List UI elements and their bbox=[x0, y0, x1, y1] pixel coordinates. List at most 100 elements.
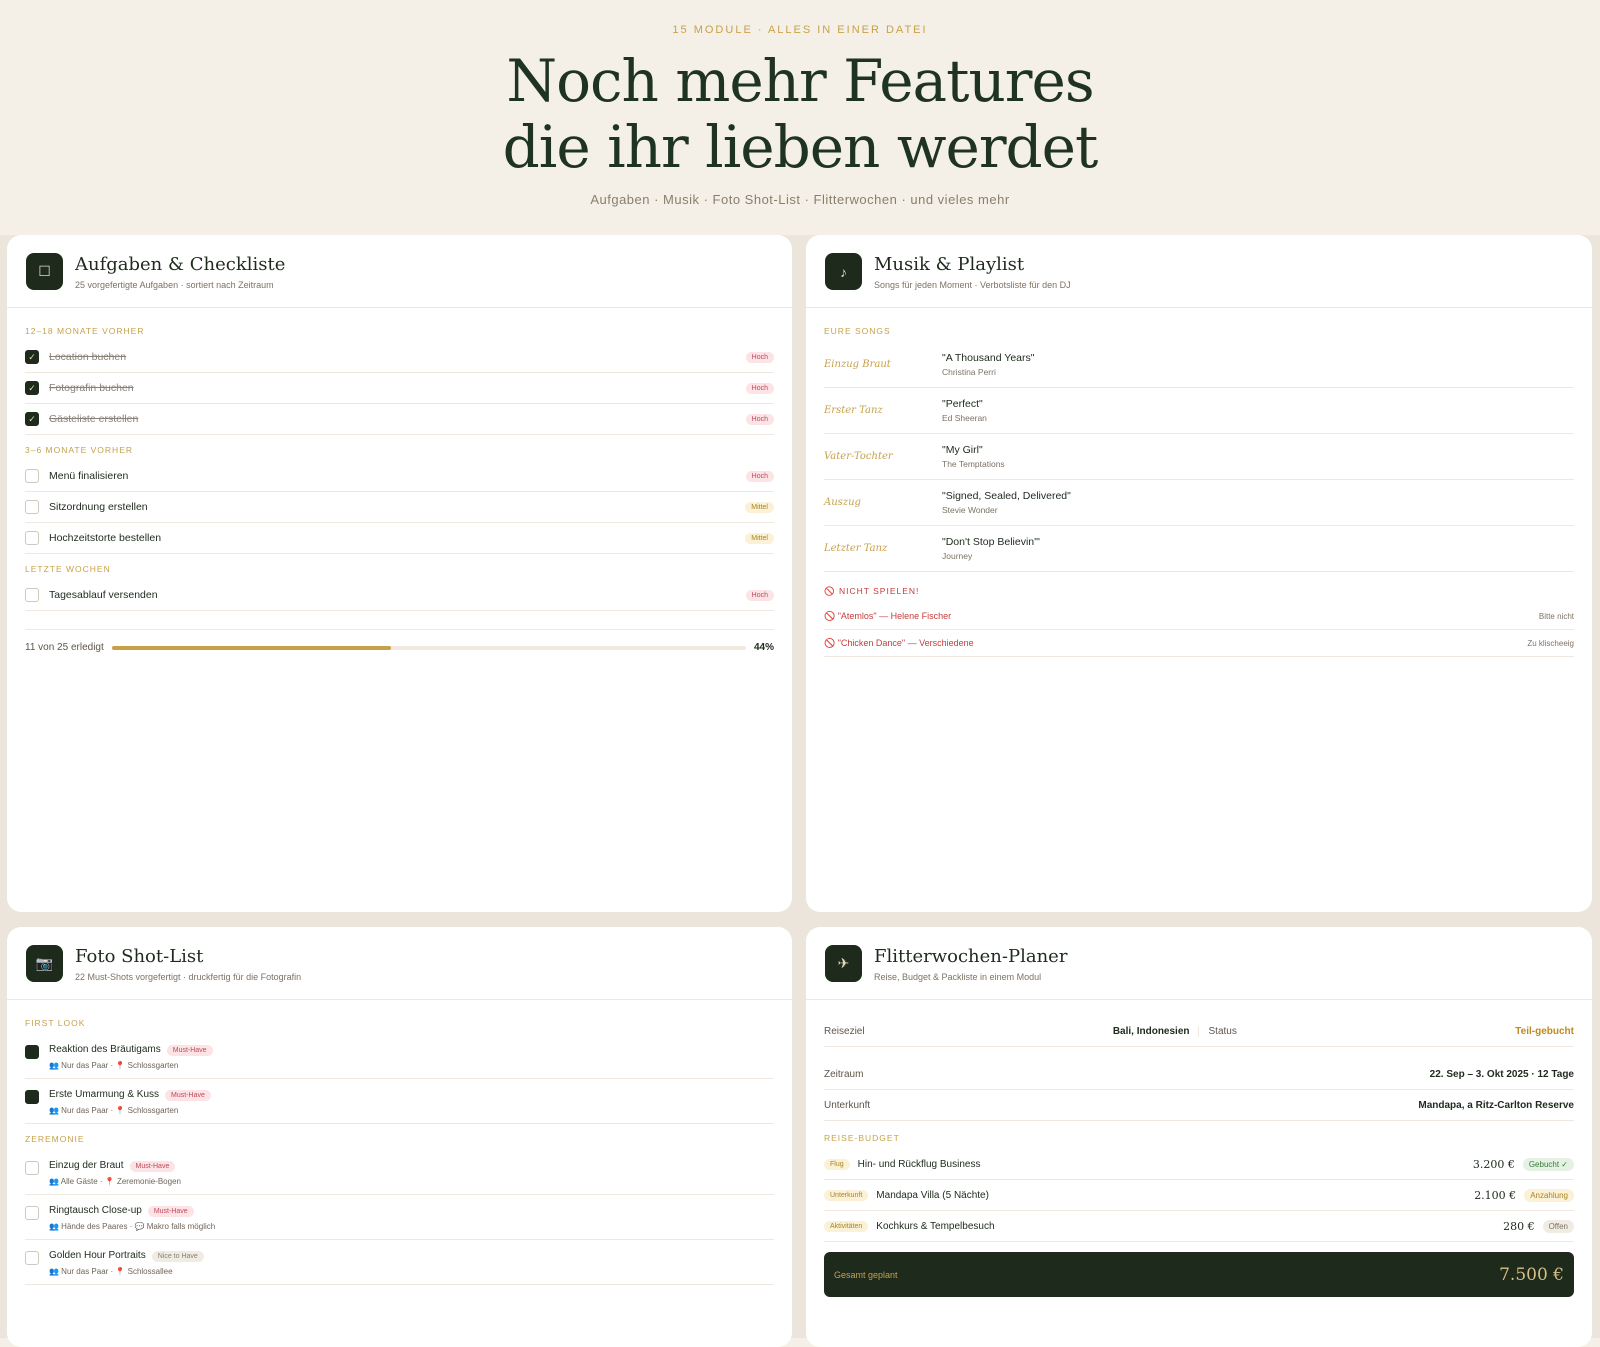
photos-card-title: Foto Shot-List bbox=[75, 946, 204, 967]
shot-checkbox[interactable] bbox=[25, 1206, 39, 1220]
budget-category: Flug bbox=[824, 1158, 850, 1170]
progress-text: 11 von 25 erledigt bbox=[25, 642, 104, 653]
task-checkbox[interactable]: ✓ bbox=[25, 412, 39, 426]
task-item[interactable]: Hochzeitstorte bestellen Mittel bbox=[25, 523, 774, 554]
stay-label: Unterkunft bbox=[824, 1099, 871, 1111]
song-row[interactable]: Erster Tanz "Perfect" Ed Sheeran bbox=[824, 388, 1574, 434]
task-checkbox[interactable] bbox=[25, 531, 39, 545]
song-row[interactable]: Auszug "Signed, Sealed, Delivered" Stevie … bbox=[824, 480, 1574, 526]
banned-songs-list: 🚫 "Atemlos" — Helene Fischer Bitte nicht 🚫… bbox=[824, 603, 1574, 657]
song-row[interactable]: Letzter Tanz "Don't Stop Believin'" Journe… bbox=[824, 526, 1574, 572]
honeymoon-card-subtitle: Reise, Budget & Packliste in einem Modul bbox=[874, 972, 1042, 982]
camera-icon: 📷 bbox=[26, 945, 63, 982]
period-value[interactable]: 22. Sep – 3. Okt 2025 · 12 Tage bbox=[1430, 1069, 1574, 1080]
task-label: Hochzeitstorte bestellen bbox=[49, 532, 162, 544]
song-moment: Einzug Braut bbox=[824, 359, 891, 370]
budget-row[interactable]: Unterkunft Mandapa Villa (5 Nächte) 2.100 … bbox=[824, 1180, 1574, 1211]
checkbox-icon: ☐ bbox=[26, 253, 63, 290]
progress-percent: 44% bbox=[753, 642, 774, 653]
hero-title-line1: Noch mehr Features bbox=[506, 47, 1094, 115]
shot-item[interactable]: Erste Umarmung & Kuss Must-Have 👥 Nur das … bbox=[25, 1079, 774, 1124]
task-checkbox[interactable] bbox=[25, 469, 39, 483]
photos-card-subtitle: 22 Must-Shots vorgefertigt · druckfertig… bbox=[75, 972, 302, 982]
shot-title: Erste Umarmung & Kuss bbox=[49, 1089, 160, 1100]
budget-item: Kochkurs & Tempelbesuch bbox=[876, 1220, 995, 1232]
priority-badge: Hoch bbox=[745, 382, 774, 394]
hero-subtitle: Aufgaben · Musik · Foto Shot-List · Flit… bbox=[590, 192, 1010, 207]
music-note-icon: ♪ bbox=[825, 253, 862, 290]
shot-tag: Must-Have bbox=[147, 1206, 194, 1217]
shot-checkbox[interactable] bbox=[25, 1090, 39, 1104]
shot-title: Ringtausch Close-up bbox=[49, 1205, 142, 1216]
banned-song-row[interactable]: 🚫 "Chicken Dance" — Verschiedene Zu klisc… bbox=[824, 630, 1574, 657]
task-item[interactable]: Tagesablauf versenden Hoch bbox=[25, 580, 774, 611]
task-item[interactable]: ✓ Location buchen Hoch bbox=[25, 342, 774, 373]
budget-category: Aktivitäten bbox=[824, 1220, 869, 1232]
stay-row: Unterkunft Mandapa, a Ritz-Carlton Reser… bbox=[824, 1090, 1574, 1121]
shot-tag: Must-Have bbox=[129, 1161, 176, 1172]
tasks-card-title: Aufgaben & Checkliste bbox=[75, 254, 286, 275]
song-moment: Letzter Tanz bbox=[824, 543, 888, 554]
tasks-card-subtitle: 25 vorgefertigte Aufgaben · sortiert nac… bbox=[75, 280, 274, 290]
music-card-header: ♪ Musik & Playlist Songs für jeden Momen… bbox=[806, 235, 1592, 308]
shot-checkbox[interactable] bbox=[25, 1045, 39, 1059]
destination-label: Reiseziel bbox=[824, 1025, 865, 1037]
task-checkbox[interactable] bbox=[25, 588, 39, 602]
destination-row: Reiseziel Bali, Indonesien Status Teil-g… bbox=[824, 1016, 1574, 1047]
task-checkbox[interactable]: ✓ bbox=[25, 381, 39, 395]
budget-row[interactable]: Flug Hin- und Rückflug Business 3.200 € Geb… bbox=[824, 1149, 1574, 1180]
photos-card-header: 📷 Foto Shot-List 22 Must-Shots vorgefert… bbox=[7, 927, 792, 1000]
task-label: Sitzordnung erstellen bbox=[49, 501, 148, 513]
task-checkbox[interactable] bbox=[25, 500, 39, 514]
banned-song-row[interactable]: 🚫 "Atemlos" — Helene Fischer Bitte nicht bbox=[824, 603, 1574, 630]
shot-item[interactable]: Einzug der Braut Must-Have 👥 Alle Gäste · … bbox=[25, 1150, 774, 1195]
task-label: Location buchen bbox=[49, 351, 127, 363]
song-info: "A Thousand Years" Christina Perri bbox=[942, 352, 1035, 377]
feature-grid: ☐ Aufgaben & Checkliste 25 vorgefertigte… bbox=[0, 235, 1600, 1347]
budget-section-label: REISE-BUDGET bbox=[824, 1133, 900, 1143]
banned-song: 🚫 "Chicken Dance" — Verschiedene bbox=[824, 637, 974, 648]
budget-row[interactable]: Aktivitäten Kochkurs & Tempelbesuch 280 € O… bbox=[824, 1211, 1574, 1242]
song-moment: Erster Tanz bbox=[824, 405, 883, 416]
shot-checkbox[interactable] bbox=[25, 1251, 39, 1265]
status-value[interactable]: Teil-gebucht bbox=[1515, 1026, 1574, 1037]
shot-checkbox[interactable] bbox=[25, 1161, 39, 1175]
budget-status: Anzahlung bbox=[1524, 1188, 1574, 1202]
shot-title-line: Golden Hour Portraits Nice to Have bbox=[49, 1250, 204, 1262]
song-row[interactable]: Einzug Braut "A Thousand Years" Christina … bbox=[824, 342, 1574, 388]
budget-amount: 3.200 € bbox=[1472, 1157, 1515, 1171]
task-item[interactable]: Sitzordnung erstellen Mittel bbox=[25, 492, 774, 523]
shot-item[interactable]: Reaktion des Bräutigams Must-Have 👥 Nur da… bbox=[25, 1034, 774, 1079]
task-checkbox[interactable]: ✓ bbox=[25, 350, 39, 364]
hero-eyebrow: 15 MODULE · ALLES IN EINER DATEI bbox=[672, 24, 928, 36]
honeymoon-card: ✈ Flitterwochen-Planer Reise, Budget & P… bbox=[806, 927, 1592, 1347]
task-group-label: 12–18 MONATE VORHER bbox=[25, 326, 145, 336]
song-artist: The Temptations bbox=[942, 459, 1005, 469]
period-label: Zeitraum bbox=[824, 1068, 864, 1080]
priority-badge: Mittel bbox=[745, 532, 774, 544]
shot-meta: 👥 Nur das Paar · 📍 Schlossallee bbox=[49, 1267, 173, 1276]
task-item[interactable]: ✓ Gästeliste erstellen Hoch bbox=[25, 404, 774, 435]
priority-badge: Mittel bbox=[745, 501, 774, 513]
task-group-label: LETZTE WOCHEN bbox=[25, 564, 111, 574]
status-label: Status bbox=[1208, 1025, 1237, 1037]
song-moment: Auszug bbox=[824, 497, 861, 508]
song-title: "My Girl" bbox=[942, 444, 983, 456]
task-item[interactable]: ✓ Fotografin buchen Hoch bbox=[25, 373, 774, 404]
shot-title: Einzug der Braut bbox=[49, 1160, 124, 1171]
shot-item[interactable]: Ringtausch Close-up Must-Have 👥 Hände des … bbox=[25, 1195, 774, 1240]
shot-meta: 👥 Nur das Paar · 📍 Schlossgarten bbox=[49, 1061, 179, 1070]
shot-title-line: Erste Umarmung & Kuss Must-Have bbox=[49, 1089, 211, 1101]
destination-value[interactable]: Bali, Indonesien bbox=[1113, 1026, 1190, 1037]
task-item[interactable]: Menü finalisieren Hoch bbox=[25, 461, 774, 492]
song-info: "Signed, Sealed, Delivered" Stevie Wonder bbox=[942, 490, 1071, 515]
song-title: "Don't Stop Believin'" bbox=[942, 536, 1040, 548]
song-title: "Perfect" bbox=[942, 398, 983, 410]
song-row[interactable]: Vater-Tochter "My Girl" The Temptations bbox=[824, 434, 1574, 480]
task-label: Fotografin buchen bbox=[49, 382, 134, 394]
shot-info: Reaktion des Bräutigams Must-Have 👥 Nur da… bbox=[49, 1044, 213, 1070]
music-card-title: Musik & Playlist bbox=[874, 254, 1025, 275]
budget-amount: 2.100 € bbox=[1474, 1188, 1517, 1202]
shot-item[interactable]: Golden Hour Portraits Nice to Have 👥 Nur d… bbox=[25, 1240, 774, 1285]
stay-value[interactable]: Mandapa, a Ritz-Carlton Reserve bbox=[1418, 1100, 1574, 1111]
